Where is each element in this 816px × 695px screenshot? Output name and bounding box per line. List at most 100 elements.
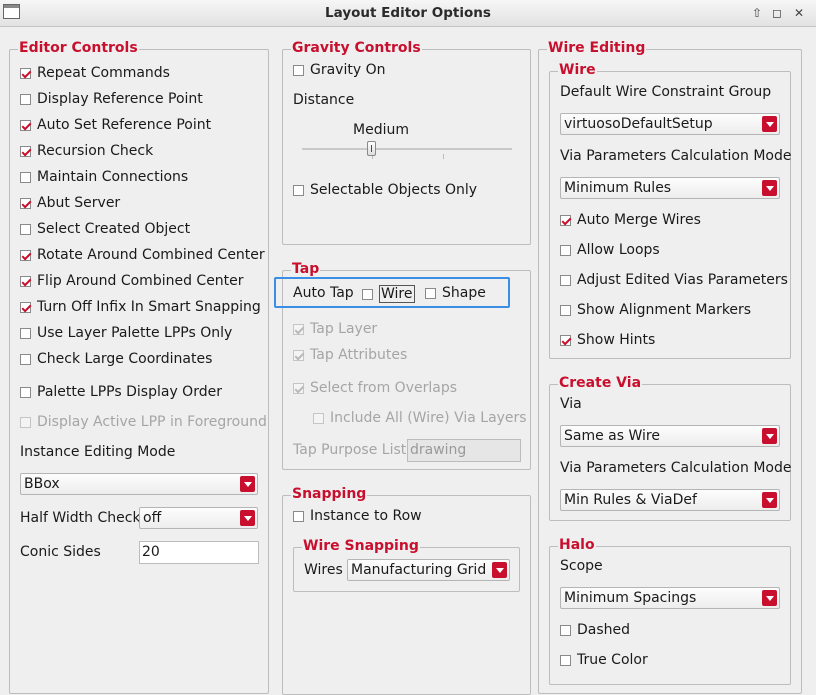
gravity-controls-title: Gravity Controls: [291, 40, 422, 56]
chevron-down-icon[interactable]: [240, 510, 255, 526]
chevron-down-icon[interactable]: [240, 476, 255, 492]
checkbox-icon[interactable]: [20, 353, 31, 365]
window-title: Layout Editor Options: [325, 5, 491, 21]
allow-loops-checkbox[interactable]: Allow Loops: [560, 242, 660, 258]
rotate-around-combined-center-checkbox[interactable]: Rotate Around Combined Center: [20, 247, 265, 263]
shade-button[interactable]: ⇧: [748, 5, 766, 21]
checkbox-icon[interactable]: [20, 145, 31, 157]
tap-purpose-list-label: Tap Purpose List: [293, 442, 407, 458]
display-active-lpp-checkbox: Display Active LPP in Foreground: [20, 414, 267, 430]
instance-editing-mode-select[interactable]: BBox: [20, 473, 258, 495]
dashed-checkbox[interactable]: Dashed: [560, 622, 630, 638]
auto-tap-label: Auto Tap: [293, 285, 354, 301]
gravity-controls-group: [282, 49, 531, 245]
checkbox-icon[interactable]: [20, 249, 31, 261]
scope-label: Scope: [560, 558, 603, 574]
close-button[interactable]: ✕: [790, 5, 808, 21]
maintain-connections-checkbox[interactable]: Maintain Connections: [20, 169, 188, 185]
wires-snapping-select[interactable]: Manufacturing Grid: [347, 559, 510, 581]
conic-sides-input[interactable]: 20: [139, 541, 259, 564]
checkbox-icon[interactable]: [20, 93, 31, 105]
chevron-down-icon[interactable]: [492, 562, 507, 578]
checkbox-icon[interactable]: [20, 171, 31, 183]
checkbox-icon: [293, 323, 304, 335]
via-calc-mode-label: Via Parameters Calculation Mode: [560, 148, 792, 164]
checkbox-icon[interactable]: [425, 287, 436, 299]
checkbox-icon[interactable]: [560, 654, 571, 666]
create-via-select[interactable]: Same as Wire: [560, 425, 780, 447]
gravity-on-checkbox[interactable]: Gravity On: [293, 62, 385, 78]
checkbox-icon[interactable]: [560, 304, 571, 316]
selectable-objects-only-checkbox[interactable]: Selectable Objects Only: [293, 182, 477, 198]
tap-layer-checkbox: Tap Layer: [293, 321, 377, 337]
checkbox-icon: [20, 416, 31, 428]
tap-title: Tap: [291, 261, 321, 277]
checkbox-icon[interactable]: [20, 301, 31, 313]
checkbox-icon[interactable]: [20, 197, 31, 209]
chevron-down-icon[interactable]: [762, 590, 777, 606]
recursion-check-checkbox[interactable]: Recursion Check: [20, 143, 153, 159]
checkbox-icon[interactable]: [20, 386, 31, 398]
show-hints-checkbox[interactable]: Show Hints: [560, 332, 655, 348]
checkbox-icon[interactable]: [293, 64, 304, 76]
auto-set-reference-point-checkbox[interactable]: Auto Set Reference Point: [20, 117, 211, 133]
distance-value: Medium: [353, 122, 409, 138]
distance-slider-track[interactable]: [302, 148, 512, 150]
checkbox-icon[interactable]: [20, 327, 31, 339]
tap-wire-checkbox[interactable]: Wire: [362, 285, 415, 303]
create-via-calc-mode-select[interactable]: Min Rules & ViaDef: [560, 489, 780, 511]
checkbox-icon[interactable]: [560, 334, 571, 346]
use-layer-palette-lpps-checkbox[interactable]: Use Layer Palette LPPs Only: [20, 325, 232, 341]
true-color-checkbox[interactable]: True Color: [560, 652, 648, 668]
check-large-coordinates-checkbox[interactable]: Check Large Coordinates: [20, 351, 212, 367]
slider-tick: [443, 154, 444, 159]
adjust-edited-vias-checkbox[interactable]: Adjust Edited Vias Parameters: [560, 272, 788, 288]
tap-purpose-list-input: drawing: [407, 439, 521, 462]
checkbox-icon: [293, 382, 304, 394]
chevron-down-icon[interactable]: [762, 116, 777, 132]
default-wire-constraint-group-label: Default Wire Constraint Group: [560, 84, 772, 100]
checkbox-icon[interactable]: [560, 274, 571, 286]
distance-label: Distance: [293, 92, 355, 108]
checkbox-icon[interactable]: [293, 510, 304, 522]
via-calc-mode-select[interactable]: Minimum Rules: [560, 177, 780, 199]
conic-sides-label: Conic Sides: [20, 544, 101, 560]
tap-shape-checkbox[interactable]: Shape: [425, 285, 486, 301]
checkbox-icon[interactable]: [293, 184, 304, 196]
abut-server-checkbox[interactable]: Abut Server: [20, 195, 120, 211]
turn-off-infix-checkbox[interactable]: Turn Off Infix In Smart Snapping: [20, 299, 261, 315]
maximize-button[interactable]: ◻: [768, 5, 786, 21]
chevron-down-icon[interactable]: [762, 180, 777, 196]
auto-merge-wires-checkbox[interactable]: Auto Merge Wires: [560, 212, 701, 228]
create-via-calc-mode-label: Via Parameters Calculation Mode: [560, 460, 792, 476]
palette-lpps-display-order-checkbox[interactable]: Palette LPPs Display Order: [20, 384, 222, 400]
half-width-check-label: Half Width Check: [20, 510, 141, 526]
checkbox-icon[interactable]: [362, 288, 373, 300]
half-width-check-select[interactable]: off: [139, 507, 258, 529]
show-alignment-markers-checkbox[interactable]: Show Alignment Markers: [560, 302, 751, 318]
flip-around-combined-center-checkbox[interactable]: Flip Around Combined Center: [20, 273, 244, 289]
display-reference-point-checkbox[interactable]: Display Reference Point: [20, 91, 203, 107]
checkbox-icon: [293, 349, 304, 361]
include-all-via-layers-checkbox: Include All (Wire) Via Layers: [313, 410, 527, 426]
checkbox-icon[interactable]: [20, 275, 31, 287]
wire-constraint-group-select[interactable]: virtuosoDefaultSetup: [560, 113, 780, 135]
distance-slider-handle[interactable]: [367, 141, 376, 156]
instance-to-row-checkbox[interactable]: Instance to Row: [293, 508, 422, 524]
checkbox-icon[interactable]: [20, 67, 31, 79]
chevron-down-icon[interactable]: [762, 492, 777, 508]
checkbox-icon[interactable]: [20, 223, 31, 235]
chevron-down-icon[interactable]: [762, 428, 777, 444]
checkbox-icon[interactable]: [560, 214, 571, 226]
halo-scope-select[interactable]: Minimum Spacings: [560, 587, 780, 609]
select-created-object-checkbox[interactable]: Select Created Object: [20, 221, 190, 237]
title-bar: Layout Editor Options ⇧ ◻ ✕: [0, 0, 816, 27]
wire-snapping-title: Wire Snapping: [302, 538, 420, 554]
via-label: Via: [560, 396, 582, 412]
instance-editing-mode-label: Instance Editing Mode: [20, 444, 176, 460]
checkbox-icon[interactable]: [560, 244, 571, 256]
create-via-title: Create Via: [558, 375, 643, 391]
repeat-commands-checkbox[interactable]: Repeat Commands: [20, 65, 170, 81]
checkbox-icon[interactable]: [20, 119, 31, 131]
checkbox-icon[interactable]: [560, 624, 571, 636]
